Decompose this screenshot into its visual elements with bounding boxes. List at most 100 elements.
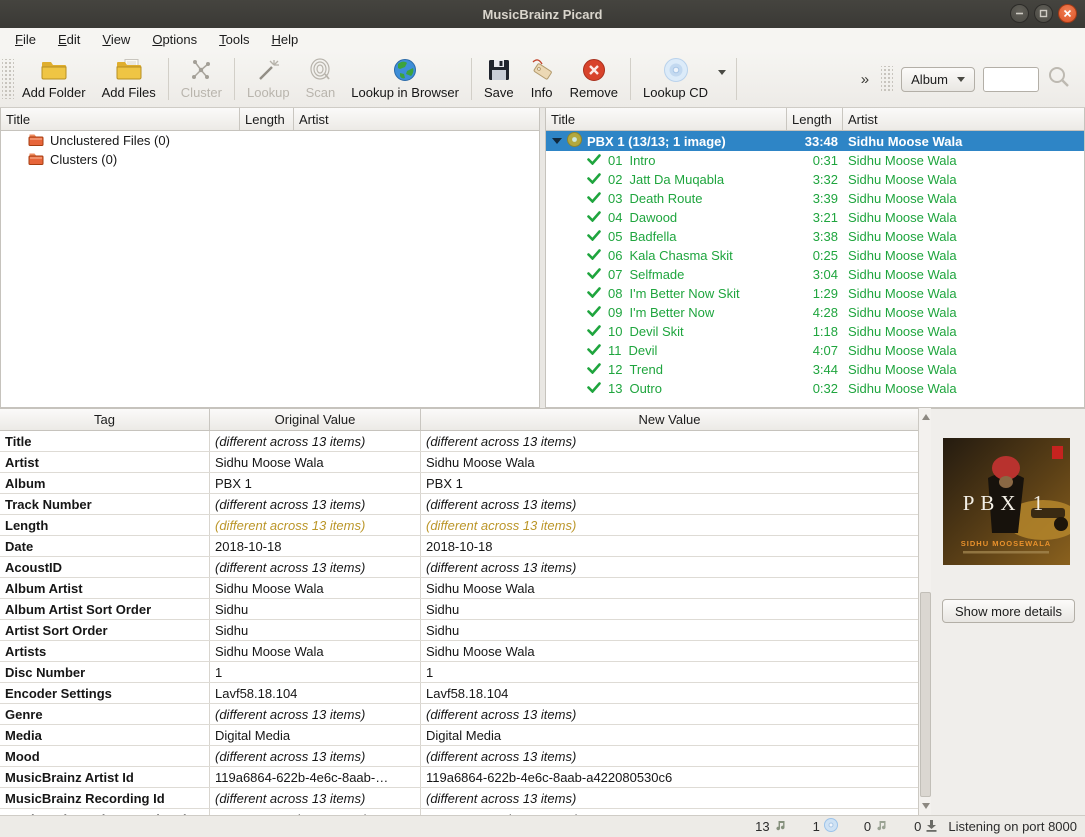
new-value[interactable]: (different across 13 items) — [421, 704, 918, 724]
matched-check-icon — [587, 210, 601, 225]
scan-button[interactable]: Scan — [298, 53, 344, 105]
lookup-cd-button[interactable]: Lookup CD — [635, 53, 716, 105]
metadata-row[interactable]: Album Artist Sort OrderSidhuSidhu — [0, 599, 918, 620]
metadata-row[interactable]: Date2018-10-182018-10-18 — [0, 536, 918, 557]
new-value[interactable]: 119a6864-622b-4e6c-8aab-a422080530c6 — [421, 767, 918, 787]
menu-view[interactable]: View — [91, 30, 141, 49]
add-files-button[interactable]: Add Files — [94, 53, 164, 105]
new-value[interactable]: Sidhu Moose Wala — [421, 578, 918, 598]
track-row[interactable]: 04Dawood3:21Sidhu Moose Wala — [546, 208, 1084, 227]
new-value[interactable]: (different across 13 items) — [421, 788, 918, 808]
search-icon[interactable] — [1047, 65, 1071, 94]
column-header-artist[interactable]: Artist — [294, 108, 539, 130]
pending-request-count: 0 — [914, 819, 921, 834]
file-tree-item[interactable]: Unclustered Files (0) — [1, 131, 539, 150]
menu-file[interactable]: File — [4, 30, 47, 49]
remove-button[interactable]: Remove — [562, 53, 626, 105]
track-row[interactable]: 02Jatt Da Muqabla3:32Sidhu Moose Wala — [546, 170, 1084, 189]
track-row[interactable]: 03Death Route3:39Sidhu Moose Wala — [546, 189, 1084, 208]
metadata-scrollbar[interactable] — [918, 408, 931, 815]
new-value[interactable]: (different across 13 items) — [421, 431, 918, 451]
metadata-row[interactable]: Title(different across 13 items)(differe… — [0, 431, 918, 452]
track-length: 1:29 — [787, 286, 843, 301]
scrollbar-thumb[interactable] — [920, 592, 931, 797]
new-value[interactable]: Digital Media — [421, 725, 918, 745]
maximize-button[interactable] — [1034, 4, 1053, 23]
lookup-cd-dropdown[interactable] — [716, 70, 732, 89]
column-header-artist[interactable]: Artist — [843, 108, 1084, 130]
track-row[interactable]: 13Outro0:32Sidhu Moose Wala — [546, 379, 1084, 398]
track-row[interactable]: 10Devil Skit1:18Sidhu Moose Wala — [546, 322, 1084, 341]
new-value[interactable]: PBX 1 — [421, 473, 918, 493]
toolbar-overflow-button[interactable]: » — [859, 71, 871, 88]
menu-tools[interactable]: Tools — [208, 30, 260, 49]
menu-options[interactable]: Options — [141, 30, 208, 49]
metadata-row[interactable]: Mood(different across 13 items)(differen… — [0, 746, 918, 767]
new-value[interactable]: 1 — [421, 662, 918, 682]
new-value[interactable]: (different across 13 items) — [421, 746, 918, 766]
track-row[interactable]: 01Intro0:31Sidhu Moose Wala — [546, 151, 1084, 170]
file-tree-item[interactable]: Clusters (0) — [1, 150, 539, 169]
metadata-row[interactable]: ArtistsSidhu Moose WalaSidhu Moose Wala — [0, 641, 918, 662]
close-button[interactable] — [1058, 4, 1077, 23]
original-value: (different across 13 items) — [210, 788, 421, 808]
metadata-row[interactable]: AcoustID(different across 13 items)(diff… — [0, 557, 918, 578]
metadata-row[interactable]: ArtistSidhu Moose WalaSidhu Moose Wala — [0, 452, 918, 473]
menu-help[interactable]: Help — [261, 30, 310, 49]
track-row[interactable]: 09I'm Better Now4:28Sidhu Moose Wala — [546, 303, 1084, 322]
metadata-row[interactable]: Length(different across 13 items)(differ… — [0, 515, 918, 536]
lookup-in-browser-button[interactable]: Lookup in Browser — [343, 53, 467, 105]
column-header-original-value[interactable]: Original Value — [210, 409, 421, 430]
track-row[interactable]: 12Trend3:44Sidhu Moose Wala — [546, 360, 1084, 379]
metadata-row[interactable]: Disc Number11 — [0, 662, 918, 683]
column-header-new-value[interactable]: New Value — [421, 409, 918, 430]
info-button[interactable]: Info — [522, 53, 562, 105]
track-row[interactable]: 07Selfmade3:04Sidhu Moose Wala — [546, 265, 1084, 284]
album-cover-image[interactable]: PBX 1 SIDHU MOOSEWALA — [943, 438, 1070, 565]
search-type-dropdown[interactable]: Album — [901, 67, 975, 92]
new-value[interactable]: (different across 13 items) — [421, 557, 918, 577]
new-value[interactable]: Sidhu Moose Wala — [421, 452, 918, 472]
track-row[interactable]: 11Devil4:07Sidhu Moose Wala — [546, 341, 1084, 360]
new-value[interactable]: (different across 13 items) — [421, 494, 918, 514]
search-input[interactable] — [983, 67, 1039, 92]
show-more-details-button[interactable]: Show more details — [942, 599, 1075, 623]
column-header-title[interactable]: Title — [1, 108, 240, 130]
menu-edit[interactable]: Edit — [47, 30, 91, 49]
column-header-length[interactable]: Length — [240, 108, 294, 130]
metadata-row[interactable]: Artist Sort OrderSidhuSidhu — [0, 620, 918, 641]
album-row-selected[interactable]: PBX 1 (13/13; 1 image) 33:48 Sidhu Moose… — [546, 131, 1084, 151]
save-button[interactable]: Save — [476, 53, 522, 105]
metadata-row[interactable]: Album ArtistSidhu Moose WalaSidhu Moose … — [0, 578, 918, 599]
metadata-row[interactable]: MusicBrainz Recording Id(different acros… — [0, 788, 918, 809]
add-folder-button[interactable]: Add Folder — [14, 53, 94, 105]
toolbar: Add Folder Add Files Cluster Lookup — [0, 51, 1085, 108]
new-value[interactable]: Sidhu — [421, 599, 918, 619]
metadata-row[interactable]: Encoder SettingsLavf58.18.104Lavf58.18.1… — [0, 683, 918, 704]
new-value[interactable]: Lavf58.18.104 — [421, 683, 918, 703]
metadata-row[interactable]: Track Number(different across 13 items)(… — [0, 494, 918, 515]
track-row[interactable]: 08I'm Better Now Skit1:29Sidhu Moose Wal… — [546, 284, 1084, 303]
new-value[interactable]: Sidhu Moose Wala — [421, 641, 918, 661]
track-artist: Sidhu Moose Wala — [843, 381, 1084, 396]
expander-icon[interactable] — [552, 138, 562, 144]
metadata-row[interactable]: AlbumPBX 1PBX 1 — [0, 473, 918, 494]
column-header-title[interactable]: Title — [546, 108, 787, 130]
search-drag-handle[interactable] — [881, 66, 893, 92]
new-value[interactable]: 2018-10-18 — [421, 536, 918, 556]
album-length: 33:48 — [787, 134, 843, 149]
metadata-row[interactable]: MusicBrainz Artist Id119a6864-622b-4e6c-… — [0, 767, 918, 788]
column-header-length[interactable]: Length — [787, 108, 843, 130]
metadata-row[interactable]: Genre(different across 13 items)(differe… — [0, 704, 918, 725]
column-header-tag[interactable]: Tag — [0, 409, 210, 430]
minimize-button[interactable] — [1010, 4, 1029, 23]
maximize-icon — [1039, 9, 1048, 18]
toolbar-drag-handle[interactable] — [2, 59, 14, 99]
new-value[interactable]: Sidhu — [421, 620, 918, 640]
metadata-row[interactable]: MediaDigital MediaDigital Media — [0, 725, 918, 746]
cluster-button[interactable]: Cluster — [173, 53, 230, 105]
new-value[interactable]: (different across 13 items) — [421, 515, 918, 535]
lookup-button[interactable]: Lookup — [239, 53, 298, 105]
track-row[interactable]: 05Badfella3:38Sidhu Moose Wala — [546, 227, 1084, 246]
track-row[interactable]: 06Kala Chasma Skit0:25Sidhu Moose Wala — [546, 246, 1084, 265]
